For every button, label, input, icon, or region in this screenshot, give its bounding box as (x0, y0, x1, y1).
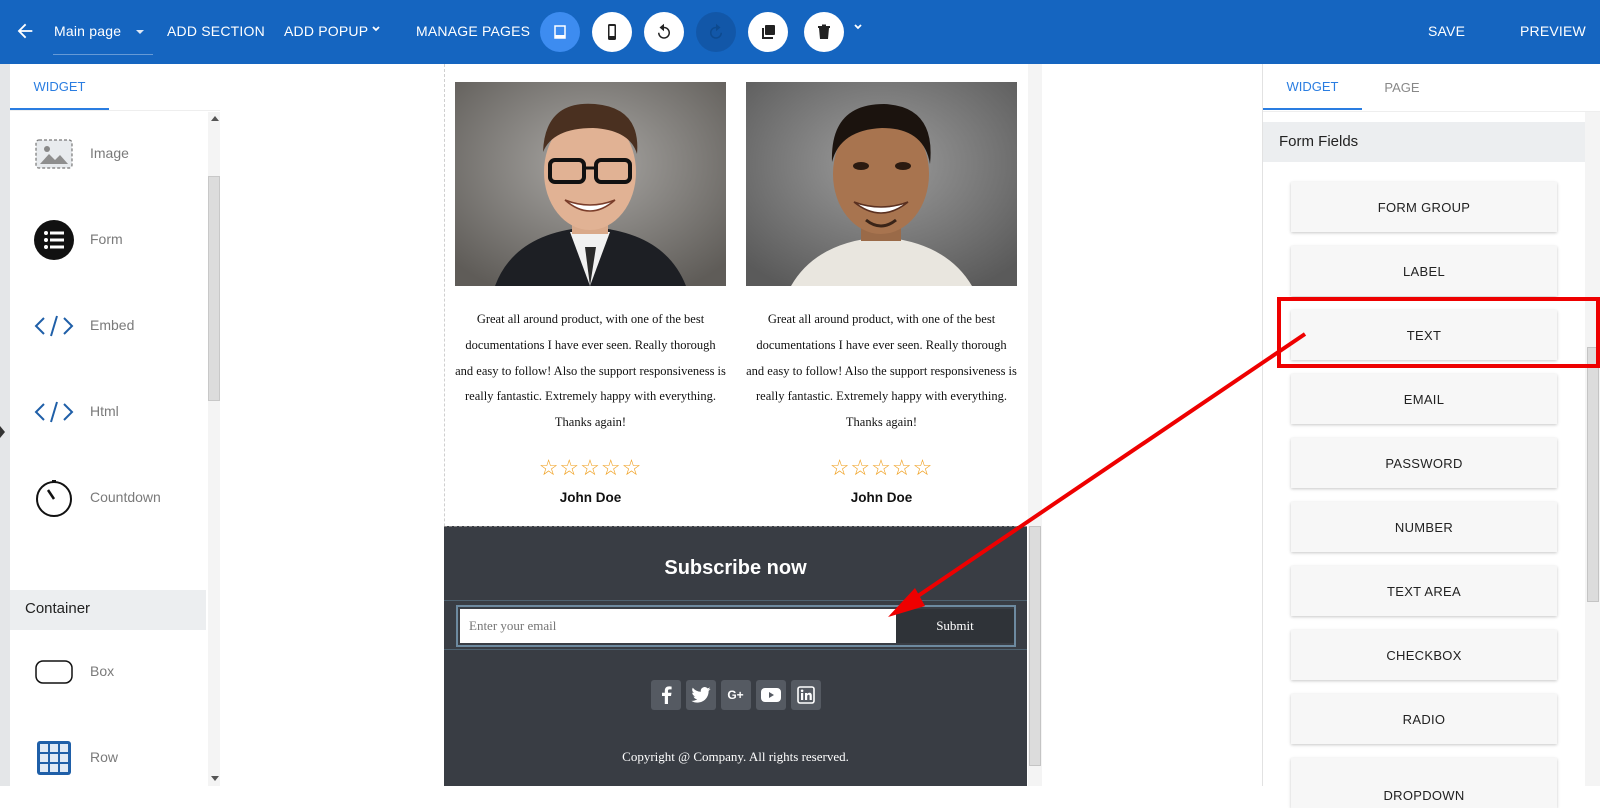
delete-button[interactable] (804, 12, 844, 52)
redo-button[interactable] (696, 12, 736, 52)
properties-panel: WIDGET PAGE Form Fields FORM GROUP LABEL… (1262, 64, 1600, 808)
field-form-group-button[interactable]: FORM GROUP (1291, 182, 1557, 232)
back-arrow-icon[interactable] (14, 20, 36, 42)
trash-icon (818, 24, 830, 39)
widget-form[interactable]: Form (10, 200, 206, 280)
form-fields-heading: Form Fields (1263, 122, 1585, 162)
widget-label: Image (90, 145, 129, 161)
more-options-chevron-icon[interactable] (853, 22, 863, 32)
scroll-down-icon[interactable] (211, 776, 219, 781)
widget-label: Row (90, 749, 119, 765)
left-collapse-strip[interactable] (0, 64, 10, 786)
testimonial-photo[interactable] (746, 82, 1017, 286)
widget-label: Countdown (90, 489, 161, 505)
testimonial-text[interactable]: Great all around product, with one of th… (746, 307, 1017, 436)
copy-icon (762, 25, 775, 39)
social-links: G+ (444, 680, 1027, 710)
desktop-icon (554, 25, 566, 39)
widget-label: Form (90, 231, 123, 247)
add-popup-button[interactable]: ADD POPUP (284, 23, 368, 39)
tab-divider (1263, 111, 1600, 112)
submit-button[interactable]: Submit (896, 609, 1014, 643)
field-number-button[interactable]: NUMBER (1291, 502, 1557, 552)
field-text-area-button[interactable]: TEXT AREA (1291, 566, 1557, 616)
redo-icon (710, 23, 722, 39)
annotation-highlight-box (1277, 297, 1600, 368)
testimonial-text[interactable]: Great all around product, with one of th… (455, 307, 726, 436)
widget-panel: WIDGET Image Form Embed Html Countdown C… (10, 64, 220, 786)
expand-arrow-icon[interactable] (0, 426, 5, 438)
youtube-icon[interactable] (755, 680, 786, 710)
scroll-up-icon[interactable] (211, 116, 219, 121)
save-button[interactable]: SAVE (1428, 23, 1465, 39)
image-icon (34, 134, 74, 174)
testimonial-photo[interactable] (455, 82, 726, 286)
copyright-text[interactable]: Copyright @ Company. All rights reserved… (444, 749, 1027, 765)
mobile-view-button[interactable] (592, 12, 632, 52)
rating-stars[interactable]: ☆☆☆☆☆ (746, 455, 1017, 481)
field-password-button[interactable]: PASSWORD (1291, 438, 1557, 488)
chevron-down-icon[interactable] (371, 24, 381, 34)
rating-stars[interactable]: ☆☆☆☆☆ (455, 455, 726, 481)
timer-icon (34, 478, 74, 518)
box-icon (34, 652, 74, 692)
subscribe-section[interactable]: Subscribe now Submit G+ Copyright @ Comp… (444, 526, 1027, 786)
preview-button[interactable]: PREVIEW (1520, 23, 1586, 39)
widget-countdown[interactable]: Countdown (10, 458, 206, 538)
widget-row[interactable]: Row (10, 718, 206, 798)
container-section-heading: Container (10, 590, 206, 630)
right-scrollbar-thumb[interactable] (1587, 347, 1599, 602)
left-scrollbar-thumb[interactable] (208, 176, 220, 401)
linkedin-icon[interactable] (790, 680, 821, 710)
code-icon (34, 392, 74, 432)
page-select-caret-icon[interactable] (135, 27, 145, 37)
desktop-view-button[interactable] (540, 12, 580, 52)
top-toolbar: Main page ADD SECTION ADD POPUP MANAGE P… (0, 0, 1600, 64)
subscribe-form[interactable]: Submit (456, 605, 1016, 647)
duplicate-button[interactable] (748, 12, 788, 52)
widget-label: Embed (90, 317, 135, 333)
code-icon (34, 306, 74, 346)
form-list-icon (34, 220, 74, 260)
tab-page[interactable]: PAGE (1362, 64, 1442, 110)
undo-button[interactable] (644, 12, 684, 52)
field-checkbox-button[interactable]: CHECKBOX (1291, 630, 1557, 680)
facebook-icon[interactable] (650, 680, 681, 710)
field-label-button[interactable]: LABEL (1291, 246, 1557, 296)
manage-pages-button[interactable]: MANAGE PAGES (416, 23, 530, 39)
google-plus-label: G+ (727, 688, 744, 702)
widget-html[interactable]: Html (10, 372, 206, 452)
field-email-button[interactable]: EMAIL (1291, 374, 1557, 424)
twitter-icon[interactable] (685, 680, 716, 710)
widget-label: Html (90, 403, 119, 419)
canvas-scrollbar-thumb[interactable] (1029, 526, 1041, 766)
widget-image[interactable]: Image (10, 114, 206, 194)
field-radio-button[interactable]: RADIO (1291, 694, 1557, 744)
widget-box[interactable]: Box (10, 632, 206, 712)
email-field[interactable] (460, 609, 896, 643)
tab-widget[interactable]: WIDGET (1263, 64, 1362, 110)
subscribe-title[interactable]: Subscribe now (444, 557, 1027, 580)
field-dropdown-label: DROPDOWN (1383, 788, 1465, 803)
testimonial-name[interactable]: John Doe (455, 490, 726, 505)
tab-widget[interactable]: WIDGET (10, 64, 109, 110)
google-plus-icon[interactable]: G+ (720, 680, 751, 710)
page-select[interactable]: Main page (54, 23, 121, 39)
testimonial-name[interactable]: John Doe (746, 490, 1017, 505)
tab-divider (10, 110, 220, 111)
page-select-underline (53, 54, 153, 55)
grid-icon (34, 738, 74, 778)
widget-label: Box (90, 663, 115, 679)
add-section-button[interactable]: ADD SECTION (167, 23, 265, 39)
field-dropdown-button[interactable]: DROPDOWN (1291, 758, 1557, 808)
undo-icon (658, 23, 670, 39)
widget-embed[interactable]: Embed (10, 286, 206, 366)
mobile-icon (608, 24, 616, 40)
